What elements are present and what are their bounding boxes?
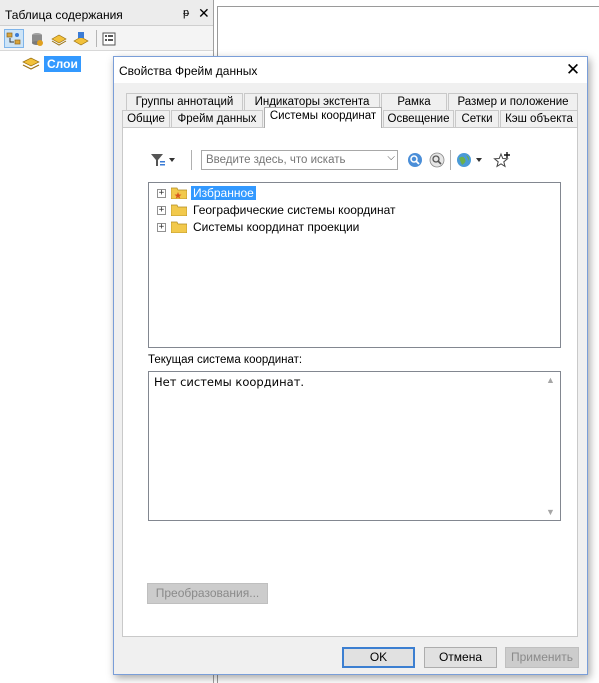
tab-general[interactable]: Общие: [122, 110, 170, 128]
tree-item-projected[interactable]: + Системы координат проекции: [157, 219, 361, 235]
tab-coordinate-systems[interactable]: Системы координат: [264, 107, 382, 128]
ok-button[interactable]: OK: [342, 647, 415, 668]
tab-annotation-groups[interactable]: Группы аннотаций: [126, 93, 243, 111]
tab-frame[interactable]: Рамка: [381, 93, 447, 111]
dialog-titlebar: Свойства Фрейм данных ✕: [114, 57, 587, 83]
dialog-close-icon[interactable]: ✕: [562, 59, 584, 81]
filter-icon[interactable]: [150, 151, 178, 169]
toc-titlebar: Таблица содержания ᵽ ✕: [0, 0, 213, 26]
current-coordinate-system-label: Текущая система координат:: [148, 354, 303, 366]
coordinate-systems-page: ⌵ + Избранное + Географические системы к: [122, 127, 578, 637]
data-frame-properties-dialog: Свойства Фрейм данных ✕ Группы аннотаций…: [113, 56, 588, 675]
favorites-folder-icon: [171, 187, 187, 199]
pin-icon[interactable]: ᵽ: [183, 7, 189, 19]
list-by-drawing-order-icon[interactable]: [4, 29, 24, 48]
tree-item-favorites[interactable]: + Избранное: [157, 185, 256, 201]
list-by-source-icon[interactable]: [27, 29, 47, 48]
toolbar-separator: [450, 150, 451, 170]
current-coordinate-system-value: Нет системы координат.: [154, 375, 305, 389]
expand-icon[interactable]: +: [157, 222, 166, 232]
tab-grids[interactable]: Сетки: [455, 110, 499, 128]
options-icon[interactable]: [99, 29, 119, 48]
list-by-visibility-icon[interactable]: [49, 29, 69, 48]
tab-illumination[interactable]: Освещение: [383, 110, 454, 128]
scroll-down-icon[interactable]: ▼: [546, 507, 555, 517]
dialog-title: Свойства Фрейм данных: [119, 64, 258, 78]
toc-close-icon[interactable]: ✕: [198, 5, 210, 22]
folder-icon: [171, 221, 187, 233]
toc-title: Таблица содержания: [5, 8, 123, 22]
tab-data-frame[interactable]: Фрейм данных: [171, 110, 263, 128]
coordinate-system-tree[interactable]: + Избранное + Географические системы коо…: [148, 182, 561, 348]
tree-item-geographic[interactable]: + Географические системы координат: [157, 202, 398, 218]
apply-button[interactable]: Применить: [505, 647, 579, 668]
toc-toolbar: [0, 26, 213, 51]
cancel-button[interactable]: Отмена: [424, 647, 497, 668]
toolbar-separator: [191, 150, 192, 170]
tree-item-label: Избранное: [191, 186, 256, 200]
tab-size-and-position[interactable]: Размер и положение: [448, 93, 578, 111]
vertical-scrollbar[interactable]: ▲ ▼: [543, 372, 560, 520]
folder-icon: [171, 204, 187, 216]
layers-icon: [22, 57, 40, 70]
chevron-down-icon[interactable]: ⌵: [387, 152, 395, 163]
toolbar-separator: [96, 30, 97, 47]
scroll-up-icon[interactable]: ▲: [546, 375, 555, 385]
layers-label: Слои: [44, 55, 81, 72]
tree-item-label: Системы координат проекции: [193, 220, 360, 234]
transformations-button[interactable]: Преобразования...: [147, 583, 268, 604]
add-to-favorites-icon[interactable]: [492, 150, 512, 170]
expand-icon[interactable]: +: [157, 205, 166, 215]
search-icon[interactable]: [406, 151, 424, 169]
current-coordinate-system-box[interactable]: Нет системы координат. ▲ ▼: [148, 371, 561, 521]
layers-tree-item[interactable]: Слои: [22, 55, 81, 72]
list-by-selection-icon[interactable]: [71, 29, 91, 48]
clear-search-icon[interactable]: [428, 151, 446, 169]
expand-icon[interactable]: +: [157, 188, 166, 198]
search-field[interactable]: ⌵: [201, 150, 398, 170]
globe-dropdown-icon[interactable]: [455, 151, 489, 169]
search-input[interactable]: [202, 151, 377, 169]
tree-item-label: Географические системы координат: [193, 203, 396, 217]
tab-feature-cache[interactable]: Кэш объекта: [500, 110, 578, 128]
